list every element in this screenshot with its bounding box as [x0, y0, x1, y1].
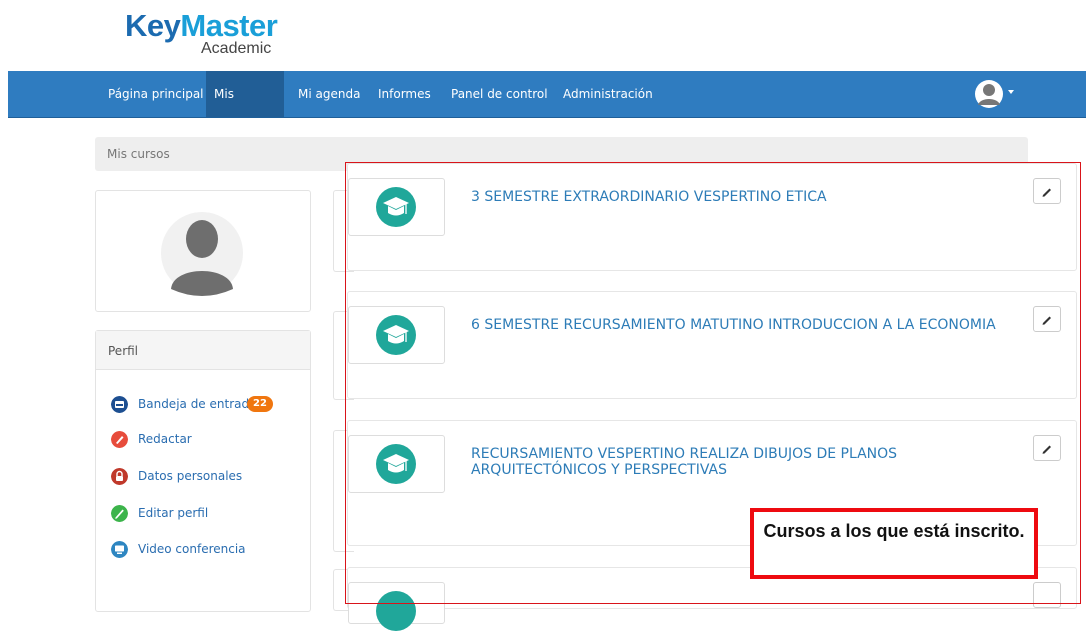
nav-informes[interactable]: Informes — [370, 71, 439, 117]
pencil-icon — [111, 505, 128, 522]
inbox-icon — [111, 396, 128, 413]
graduation-cap-icon — [376, 315, 416, 355]
profile-panel-header: Perfil — [96, 331, 310, 370]
keymaster-logo[interactable]: KeyMaster Academic — [125, 8, 285, 60]
nav-administracion[interactable]: Administración — [555, 71, 661, 117]
course-title-link[interactable]: 3 SEMESTRE EXTRAORDINARIO VESPERTINO ETI… — [471, 189, 1041, 205]
nav-panel-de-control[interactable]: Panel de control — [443, 71, 556, 117]
logo-subtitle: Academic — [201, 40, 272, 57]
profile-panel-title: Perfil — [108, 344, 139, 358]
callout-text: Cursos a los que está inscrito. — [763, 521, 1025, 541]
course-card: 6 SEMESTRE RECURSAMIENTO MATUTINO INTROD… — [347, 291, 1077, 399]
pencil-icon — [1042, 445, 1051, 454]
edit-course-button[interactable] — [1033, 435, 1061, 461]
course-card: 3 SEMESTRE EXTRAORDINARIO VESPERTINO ETI… — [347, 163, 1077, 271]
menu-label: Editar perfil — [138, 506, 209, 520]
edit-course-button[interactable] — [1033, 306, 1061, 332]
annotation-callout: Cursos a los que está inscrito. — [750, 508, 1038, 579]
video-conference-icon — [111, 541, 128, 558]
compose-icon — [111, 431, 128, 448]
user-avatar-icon[interactable] — [974, 79, 1004, 109]
course-title-link[interactable]: RECURSAMIENTO VESPERTINO REALIZA DIBUJOS… — [471, 446, 941, 478]
nav-mis-cursos[interactable]: Mis cursos — [206, 71, 284, 147]
graduation-cap-icon — [376, 187, 416, 227]
nav-pagina-principal[interactable]: Página principal — [100, 71, 212, 117]
profile-picture-card — [95, 190, 311, 312]
profile-panel: Perfil Bandeja de entrada 22 Redactar Da… — [95, 330, 311, 612]
menu-label: Video conferencia — [138, 542, 246, 556]
unread-count-badge: 22 — [247, 396, 273, 412]
course-title-link[interactable]: 6 SEMESTRE RECURSAMIENTO MATUTINO INTROD… — [471, 317, 1041, 333]
pencil-icon — [1042, 188, 1051, 197]
profile-picture-icon — [161, 212, 243, 296]
top-navbar: Página principal Mis cursos Mi agenda In… — [8, 71, 1086, 147]
menu-label: Redactar — [138, 432, 192, 446]
logo-wordmark: KeyMaster — [125, 8, 278, 43]
menu-label: Datos personales — [138, 469, 243, 483]
course-thumbnail[interactable] — [348, 178, 445, 236]
graduation-cap-icon — [376, 444, 416, 484]
nav-mi-agenda[interactable]: Mi agenda — [290, 71, 368, 117]
breadcrumb-current: Mis cursos — [107, 147, 170, 161]
course-thumbnail[interactable] — [348, 582, 445, 631]
edit-course-button[interactable] — [1033, 582, 1061, 608]
menu-label: Bandeja de entrada — [138, 397, 257, 411]
pencil-icon — [1042, 316, 1051, 325]
graduation-cap-icon — [376, 591, 416, 631]
course-thumbnail[interactable] — [348, 435, 445, 493]
lock-icon — [111, 468, 128, 485]
chevron-down-icon[interactable] — [1008, 90, 1014, 94]
edit-course-button[interactable] — [1033, 178, 1061, 204]
course-thumbnail[interactable] — [348, 306, 445, 364]
